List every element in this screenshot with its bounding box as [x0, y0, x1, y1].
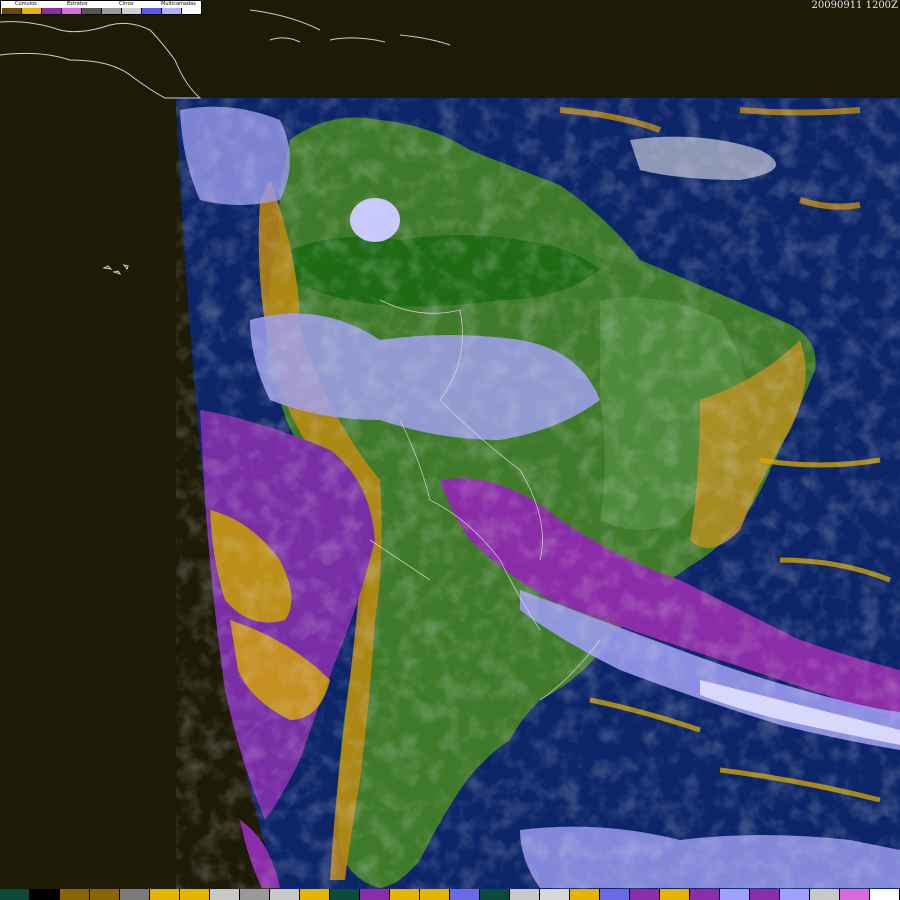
palette-swatch [90, 889, 120, 900]
legend-swatch [142, 8, 162, 14]
legend-label-stratus: Estratos [67, 1, 88, 7]
palette-swatch [450, 889, 480, 900]
palette-swatch [390, 889, 420, 900]
palette-swatch [120, 889, 150, 900]
palette-swatch [510, 889, 540, 900]
legend-label-cumulus: Cúmulos [15, 1, 37, 7]
caribbean-islands [249, 9, 451, 46]
palette-swatch [870, 889, 900, 900]
legend-swatch [182, 8, 202, 14]
palette-swatch [270, 889, 300, 900]
palette-swatch [630, 889, 660, 900]
palette-swatch [810, 889, 840, 900]
palette-swatch [180, 889, 210, 900]
palette-swatch [540, 889, 570, 900]
legend-swatch [42, 8, 62, 14]
cloud-texture [176, 98, 900, 890]
central-america-coastline [0, 21, 202, 99]
legend-label-multilayer: Multicamadas [161, 1, 196, 7]
galapagos-islands [102, 264, 129, 275]
legend-swatch [22, 8, 42, 14]
palette-swatch [780, 889, 810, 900]
palette-swatch [750, 889, 780, 900]
legend-swatch [62, 8, 82, 14]
palette-swatch [720, 889, 750, 900]
palette-swatch [240, 889, 270, 900]
south-america-map [0, 9, 900, 890]
palette-swatch [150, 889, 180, 900]
palette-swatch [570, 889, 600, 900]
legend-swatch [2, 8, 22, 14]
palette-swatch [60, 889, 90, 900]
legend-swatch [162, 8, 182, 14]
palette-swatch [690, 889, 720, 900]
legend-swatch [82, 8, 102, 14]
satellite-image: Cúmulos Estratos Cirros Multicamadas 200… [0, 0, 900, 900]
palette-swatch [480, 889, 510, 900]
palette-swatch [210, 889, 240, 900]
legend-swatch [122, 8, 142, 14]
palette-swatch [420, 889, 450, 900]
palette-swatch [600, 889, 630, 900]
palette-swatch [660, 889, 690, 900]
palette-swatch [0, 889, 30, 900]
palette-swatch [330, 889, 360, 900]
palette-swatch [360, 889, 390, 900]
timestamp: 20090911 1200Z [811, 0, 898, 11]
legend-label-cirrus: Cirros [119, 1, 134, 7]
palette-swatch [300, 889, 330, 900]
palette-swatch [840, 889, 870, 900]
cloud-type-legend: Cúmulos Estratos Cirros Multicamadas [0, 0, 202, 15]
legend-swatch [102, 8, 122, 14]
palette-swatch [30, 889, 60, 900]
color-palette-bar [0, 889, 900, 900]
